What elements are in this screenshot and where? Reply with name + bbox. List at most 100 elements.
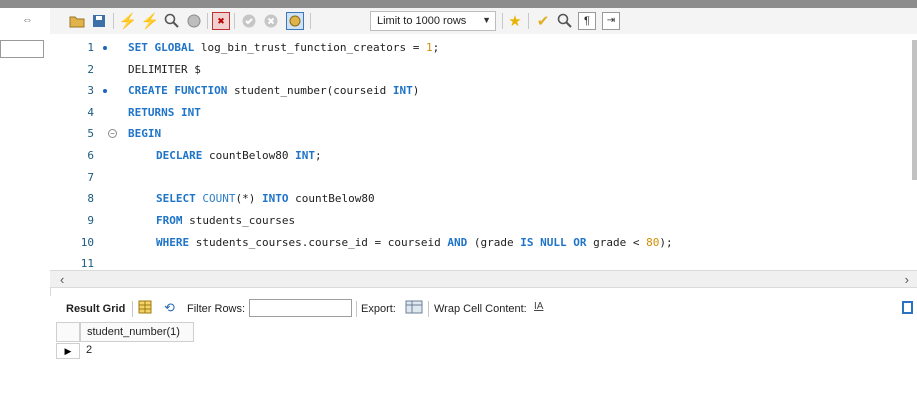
line-number: 1 — [87, 41, 94, 54]
sql-keyword: SET GLOBAL — [128, 41, 195, 54]
toolbar-separator — [310, 13, 311, 29]
code-line: SET GLOBAL log_bin_trust_function_creato… — [128, 41, 439, 54]
sql-keyword: AND — [447, 236, 468, 249]
sql-text: DELIMITER $ — [128, 63, 201, 76]
column-header[interactable]: student_number(1) — [80, 322, 194, 342]
line-number: 4 — [87, 106, 94, 119]
stop-icon[interactable] — [185, 12, 203, 30]
grid-view-icon[interactable] — [138, 300, 152, 317]
sql-text: ) — [412, 84, 420, 97]
explain-icon[interactable] — [163, 12, 181, 30]
sql-keyword: INT — [295, 149, 315, 162]
code-line: SELECT COUNT(*) INTO countBelow80 — [156, 192, 375, 205]
line-number: 2 — [87, 63, 94, 76]
limit-rows-select[interactable]: Limit to 1000 rows ▼ — [370, 11, 496, 31]
line-number: 3 — [87, 84, 94, 97]
toolbar-separator — [502, 13, 503, 29]
line-number: 10 — [80, 236, 94, 249]
export-label: Export: — [361, 303, 396, 315]
scroll-left-icon[interactable]: ‹ — [60, 272, 64, 287]
filter-rows-input[interactable] — [249, 299, 352, 317]
limit-rows-label: Limit to 1000 rows — [377, 15, 467, 27]
wrap-cell-label: Wrap Cell Content: — [434, 303, 527, 315]
side-panel-toggle-icon[interactable] — [902, 301, 913, 314]
rollback-icon[interactable] — [262, 12, 280, 30]
line-number: 8 — [87, 192, 94, 205]
toolbar-separator — [132, 301, 133, 317]
sql-text: student_number(courseid — [227, 84, 393, 97]
sql-function: COUNT — [195, 192, 236, 205]
grid-corner — [56, 322, 80, 342]
sql-keyword: IS NULL OR — [520, 236, 587, 249]
line-number: 9 — [87, 214, 94, 227]
sql-keyword: BEGIN — [128, 127, 162, 140]
execute-icon[interactable]: ⚡ — [119, 12, 138, 30]
table-cell[interactable]: 2 — [80, 343, 194, 359]
sql-number: 80 — [646, 236, 660, 249]
scroll-right-icon[interactable]: › — [905, 272, 909, 287]
code-line: DELIMITER $ — [128, 63, 201, 76]
line-number: 5 — [87, 127, 94, 140]
sql-text: (grade — [467, 236, 521, 249]
statement-marker-icon — [103, 46, 107, 50]
sql-keyword: WHERE — [156, 236, 190, 249]
wrap-cell-icon[interactable]: IA — [534, 301, 543, 312]
line-number: 6 — [87, 149, 94, 162]
chevron-down-icon: ▼ — [482, 15, 491, 25]
sql-text: ); — [659, 236, 673, 249]
sql-number: 1 — [426, 41, 433, 54]
window-top-strip — [0, 0, 917, 8]
sql-keyword: FROM — [156, 214, 183, 227]
sql-text: countBelow80 — [288, 192, 375, 205]
wrap-icon[interactable]: ⇥ — [602, 12, 620, 30]
result-grid[interactable]: student_number(1) ▶ 2 — [50, 322, 917, 416]
sql-editor[interactable]: 1 2 3 4 5 6 7 8 9 10 11 − SET GLOBAL log… — [50, 34, 917, 270]
refresh-icon[interactable]: ⟲ — [164, 300, 175, 316]
toggle-error-icon[interactable]: ✖ — [212, 12, 230, 30]
invisible-chars-icon[interactable]: ¶ — [578, 12, 596, 30]
result-toolbar: Result Grid ⟲ Filter Rows: Export: Wrap … — [50, 296, 917, 322]
autocommit-icon[interactable] — [286, 12, 304, 30]
code-line: RETURNS INT — [128, 106, 201, 119]
collapse-icon[interactable]: ⇔ — [22, 14, 33, 26]
save-icon[interactable] — [90, 12, 108, 30]
sql-text: countBelow80 — [202, 149, 296, 162]
line-number: 7 — [87, 171, 94, 184]
open-folder-icon[interactable] — [68, 12, 86, 30]
sql-keyword: RETURNS INT — [128, 106, 201, 119]
snippet-icon[interactable]: ✔ — [534, 12, 552, 30]
toolbar-separator — [428, 301, 429, 317]
sql-keyword: SELECT — [156, 192, 196, 205]
sql-keyword: INT — [392, 84, 413, 97]
beautify-icon[interactable]: ★ — [506, 12, 524, 30]
sql-keyword: CREATE FUNCTION — [128, 84, 228, 97]
sql-text: ; — [432, 41, 440, 54]
filter-rows-label: Filter Rows: — [187, 303, 246, 315]
toolbar-separator — [113, 13, 114, 29]
vertical-scrollbar[interactable] — [912, 40, 917, 180]
execute-current-icon[interactable]: ⚡ — [141, 12, 160, 30]
statement-marker-icon — [103, 89, 107, 93]
toolbar-separator — [207, 13, 208, 29]
sql-text: (*) — [235, 192, 262, 205]
sql-editor-toolbar: ⚡ ⚡ ✖ Limit to 1000 rows ▼ ★ ✔ ¶ ⇥ — [50, 8, 917, 35]
sql-text: grade < — [586, 236, 647, 249]
code-line: FROM students_courses — [156, 214, 295, 227]
navigator-search-input[interactable] — [0, 40, 44, 58]
sql-text: students_courses — [182, 214, 296, 227]
sql-text: students_courses.course_id = courseid — [189, 236, 448, 249]
horizontal-scrollbar[interactable]: ‹ › — [50, 270, 917, 288]
commit-icon[interactable] — [240, 12, 258, 30]
export-icon[interactable] — [405, 300, 423, 317]
code-line: DECLARE countBelow80 INT; — [156, 149, 322, 162]
fold-toggle-icon[interactable]: − — [108, 129, 117, 138]
toolbar-separator — [528, 13, 529, 29]
result-grid-tab[interactable]: Result Grid — [66, 303, 125, 315]
code-line: WHERE students_courses.course_id = cours… — [156, 236, 673, 249]
find-icon[interactable] — [556, 12, 574, 30]
toolbar-separator — [356, 301, 357, 317]
sql-text: log_bin_trust_function_creators = — [194, 41, 427, 54]
navigator-panel: ⇔ — [0, 8, 51, 416]
row-pointer-icon: ▶ — [56, 343, 80, 359]
sql-text: ; — [314, 149, 322, 162]
